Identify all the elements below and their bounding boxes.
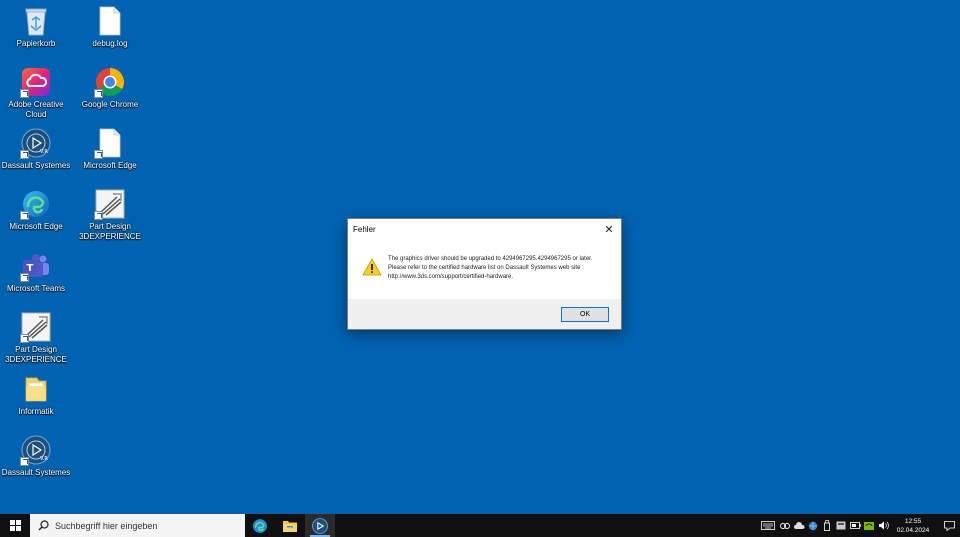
shortcut-arrow-icon	[20, 89, 29, 98]
cloud-icon[interactable]	[792, 514, 806, 537]
nvidia-icon[interactable]	[862, 514, 876, 537]
taskbar-app-file-explorer[interactable]	[275, 514, 305, 537]
desktop-icon-label: Informatik	[18, 407, 54, 416]
clock-time: 12:55	[904, 517, 922, 525]
volume-icon[interactable]	[876, 514, 890, 537]
shortcut-arrow-icon	[20, 211, 29, 220]
dassault-3dexperience-icon: V.R	[20, 434, 52, 466]
desktop-icon-part-design[interactable]: Part Design 3DEXPERIENCE R...	[1, 311, 71, 365]
taskbar-clock[interactable]: 12:55 02.04.2024	[894, 517, 932, 535]
keyboard-icon[interactable]	[758, 514, 778, 537]
system-tray: 12:55 02.04.2024	[758, 514, 960, 537]
file-icon	[94, 5, 126, 37]
search-placeholder: Suchbegriff hier eingeben	[55, 520, 158, 531]
notification-center-button[interactable]	[938, 514, 960, 537]
taskbar-app-dassault-systemes[interactable]	[305, 514, 335, 537]
battery-icon[interactable]	[848, 514, 862, 537]
desktop-icon-informatik[interactable]: Informatik	[1, 373, 71, 417]
desktop-icon-label: Part Design 3DEXPERIENCE R...	[79, 222, 141, 241]
dialog-titlebar[interactable]: Fehler ✕	[348, 219, 621, 239]
desktop-icon-label: Dassault Systemes	[1, 468, 71, 477]
desktop-icon-microsoft-edge-file[interactable]: Microsoft Edge	[75, 127, 145, 171]
network-globe-icon[interactable]	[806, 514, 820, 537]
shortcut-arrow-icon	[94, 150, 103, 159]
edge-icon	[253, 518, 267, 533]
usb-drive-icon[interactable]	[820, 514, 834, 537]
shortcut-arrow-icon	[94, 89, 103, 98]
desktop-icon-label: Microsoft Edge	[9, 222, 63, 231]
clock-date: 02.04.2024	[896, 526, 930, 534]
display-settings-icon[interactable]	[834, 514, 848, 537]
desktop-icon-google-chrome[interactable]: Google Chrome	[75, 66, 145, 110]
desktop-icon-recycle-bin[interactable]: Papierkorb	[1, 5, 71, 49]
adobe-creative-cloud-icon	[20, 66, 52, 98]
desktop-icon-label: Microsoft Edge	[83, 161, 137, 170]
close-button[interactable]: ✕	[597, 219, 621, 239]
desktop-icon-label: Part Design 3DEXPERIENCE R...	[5, 345, 67, 364]
svg-text:V.R: V.R	[40, 149, 48, 155]
taskbar-app-edge[interactable]	[245, 514, 275, 537]
shortcut-arrow-icon	[20, 150, 29, 159]
dassault-3dexperience-icon	[312, 517, 328, 534]
notification-icon	[943, 520, 955, 531]
close-icon: ✕	[604, 223, 614, 236]
desktop-icon-label: debug.log	[92, 39, 128, 48]
teams-icon: T	[20, 250, 52, 282]
desktop-icon-label: Google Chrome	[81, 100, 139, 109]
start-button[interactable]	[0, 514, 30, 537]
desktop-icon-part-design-2[interactable]: Part Design 3DEXPERIENCE R...	[75, 188, 145, 242]
desktop-icon-debug-log[interactable]: debug.log	[75, 5, 145, 49]
recycle-bin-icon	[20, 5, 52, 37]
windows-logo-icon	[9, 520, 21, 531]
desktop-icon-label: Papierkorb	[16, 39, 56, 48]
taskbar-search-box[interactable]: Suchbegriff hier eingeben	[30, 514, 245, 537]
desktop-icon-label: Adobe Creative Cloud	[8, 100, 64, 119]
dassault-3dexperience-icon: V.R	[20, 127, 52, 159]
shortcut-arrow-icon	[20, 273, 29, 282]
shortcut-arrow-icon	[20, 457, 29, 466]
dialog-footer: OK	[348, 299, 621, 329]
desktop-icon-microsoft-teams[interactable]: T Microsoft Teams	[1, 250, 71, 294]
error-dialog: Fehler ✕ The graphics driver should be u…	[347, 218, 622, 330]
desktop-icon-dassault-systemes[interactable]: V.R Dassault Systemes	[1, 127, 71, 171]
desktop-icon-dassault-systemes-2[interactable]: V.R Dassault Systemes	[1, 434, 71, 478]
desktop-icon-label: Microsoft Teams	[6, 284, 66, 293]
shortcut-arrow-icon	[94, 211, 103, 220]
search-icon	[38, 520, 49, 531]
desktop-icon-label: Dassault Systemes	[1, 161, 71, 170]
file-explorer-icon	[283, 520, 297, 532]
desktop-icon-adobe-creative-cloud[interactable]: Adobe Creative Cloud	[1, 66, 71, 120]
ok-button[interactable]: OK	[561, 306, 609, 322]
taskbar: Suchbegriff hier eingeben 12:55 02.04.20…	[0, 514, 960, 537]
dialog-body: The graphics driver should be upgraded t…	[348, 239, 621, 299]
dialog-title: Fehler	[353, 224, 376, 234]
desktop-icon-microsoft-edge[interactable]: Microsoft Edge	[1, 188, 71, 232]
svg-text:V.R: V.R	[40, 456, 48, 462]
file-icon	[94, 127, 126, 159]
edge-icon	[20, 188, 52, 220]
warning-icon	[362, 258, 382, 276]
link-icon[interactable]	[778, 514, 792, 537]
part-design-icon	[94, 188, 126, 220]
dialog-message: The graphics driver should be upgraded t…	[388, 256, 593, 280]
chrome-icon	[94, 66, 126, 98]
part-design-icon	[20, 311, 52, 343]
shortcut-arrow-icon	[20, 334, 29, 343]
folder-icon	[20, 373, 52, 405]
